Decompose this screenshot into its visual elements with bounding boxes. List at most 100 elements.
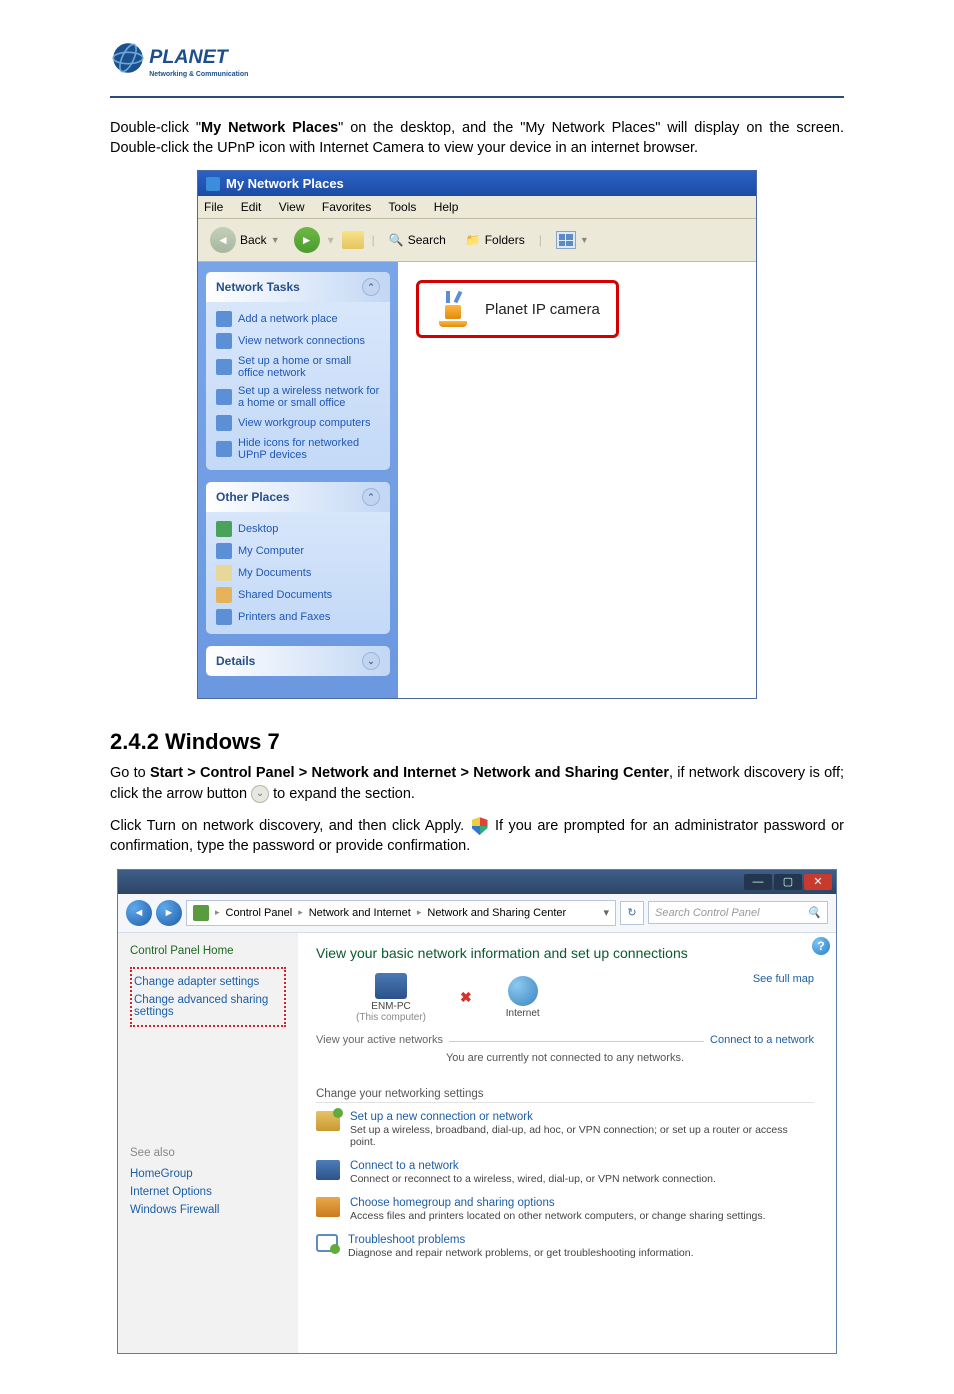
network-tasks-panel: Network Tasks⌃ Add a network place View … <box>206 272 390 470</box>
search-icon: 🔍 <box>807 906 821 919</box>
folders-button[interactable]: 📁 Folders <box>460 231 531 249</box>
option-homegroup[interactable]: Choose homegroup and sharing optionsAcce… <box>316 1197 814 1222</box>
other-places-header[interactable]: Other Places⌃ <box>206 482 390 512</box>
window-titlebar[interactable]: My Network Places <box>198 171 756 196</box>
window-chrome: — ▢ ✕ <box>118 870 836 894</box>
menu-file[interactable]: File <box>204 200 223 214</box>
menu-favorites[interactable]: Favorites <box>322 200 371 214</box>
expand-arrow-icon: ⌄ <box>251 785 269 803</box>
other-places-panel: Other Places⌃ Desktop My Computer My Doc… <box>206 482 390 634</box>
homegroup-link[interactable]: HomeGroup <box>130 1165 286 1183</box>
sidebar-item-printers[interactable]: Printers and Faxes <box>216 606 380 628</box>
workgroup-icon <box>216 415 232 431</box>
details-panel: Details⌄ <box>206 646 390 676</box>
sidebar-item-my-computer[interactable]: My Computer <box>216 540 380 562</box>
crumb-network-internet[interactable]: Network and Internet <box>309 907 411 919</box>
setup-connection-icon <box>316 1111 340 1131</box>
wireless-icon <box>216 389 232 405</box>
address-bar-row: ◄ ► ▸ Control Panel ▸ Network and Intern… <box>118 894 836 933</box>
documents-icon <box>216 565 232 581</box>
active-networks-section: View your active networks Connect to a n… <box>316 1041 814 1042</box>
callout-label: Planet IP camera <box>485 301 600 318</box>
refresh-button[interactable]: ↻ <box>620 901 644 925</box>
content-area: Planet IP camera <box>398 262 756 698</box>
active-networks-label: View your active networks <box>316 1034 449 1046</box>
menu-tools[interactable]: Tools <box>388 200 416 214</box>
left-sidebar: Control Panel Home Change adapter settin… <box>118 933 298 1353</box>
sidebar-item-setup-home-network[interactable]: Set up a home or small office network <box>216 352 380 382</box>
troubleshoot-icon <box>316 1234 338 1252</box>
crumb-sharing-center[interactable]: Network and Sharing Center <box>427 907 566 919</box>
menu-help[interactable]: Help <box>434 200 459 214</box>
paragraph-1: Go to Start > Control Panel > Network an… <box>110 763 844 804</box>
option-connect-network[interactable]: Connect to a networkConnect or reconnect… <box>316 1160 814 1185</box>
crumb-control-panel[interactable]: Control Panel <box>226 907 293 919</box>
nav-back-button[interactable]: ◄ <box>126 900 152 926</box>
minimize-button[interactable]: — <box>744 874 772 890</box>
window-title: My Network Places <box>226 176 344 191</box>
forward-button[interactable]: ► <box>294 227 320 253</box>
connect-network-link[interactable]: Connect to a network <box>704 1034 814 1046</box>
internet-options-link[interactable]: Internet Options <box>130 1183 286 1201</box>
back-button[interactable]: ◄Back▼ <box>204 225 286 255</box>
camera-device-icon[interactable] <box>435 291 471 327</box>
sidebar-item-my-documents[interactable]: My Documents <box>216 562 380 584</box>
internet-node: Internet <box>506 976 540 1019</box>
sidebar-item-view-connections[interactable]: View network connections <box>216 330 380 352</box>
change-adapter-settings-link[interactable]: Change adapter settings <box>134 973 282 991</box>
sidebar-item-hide-upnp[interactable]: Hide icons for networked UPnP devices <box>216 434 380 464</box>
pc-icon <box>375 973 407 999</box>
sidebar: Network Tasks⌃ Add a network place View … <box>198 262 398 698</box>
computer-icon <box>216 543 232 559</box>
network-places-icon <box>206 177 220 191</box>
views-button[interactable]: ▼ <box>550 229 595 251</box>
network-sharing-center-window: — ▢ ✕ ◄ ► ▸ Control Panel ▸ Network and … <box>117 869 837 1354</box>
toolbar: ◄Back▼ ► ▾ | 🔍 Search 📁 Folders | ▼ <box>198 218 756 262</box>
upnp-icon <box>216 441 232 457</box>
option-troubleshoot[interactable]: Troubleshoot problemsDiagnose and repair… <box>316 1234 814 1259</box>
see-also-label: See also <box>130 1147 286 1159</box>
my-network-places-window: My Network Places File Edit View Favorit… <box>197 170 757 699</box>
section-heading-windows7: 2.4.2 Windows 7 <box>110 729 844 755</box>
up-button[interactable] <box>342 231 364 249</box>
option-setup-connection[interactable]: Set up a new connection or networkSet up… <box>316 1111 814 1148</box>
sidebar-item-view-workgroup[interactable]: View workgroup computers <box>216 412 380 434</box>
change-advanced-sharing-link[interactable]: Change advanced sharing settings <box>134 991 282 1021</box>
chevron-up-icon: ⌃ <box>362 278 380 296</box>
maximize-button[interactable]: ▢ <box>774 874 802 890</box>
sidebar-item-shared-documents[interactable]: Shared Documents <box>216 584 380 606</box>
see-full-map-link[interactable]: See full map <box>753 973 814 985</box>
this-computer-node: ENM-PC (This computer) <box>356 973 426 1023</box>
breadcrumb[interactable]: ▸ Control Panel ▸ Network and Internet ▸… <box>186 900 616 926</box>
brand-tagline: Networking & Communication <box>149 71 248 78</box>
sidebar-item-desktop[interactable]: Desktop <box>216 518 380 540</box>
highlighted-links: Change adapter settings Change advanced … <box>130 967 286 1027</box>
network-tasks-header[interactable]: Network Tasks⌃ <box>206 272 390 302</box>
sidebar-item-add-network-place[interactable]: Add a network place <box>216 308 380 330</box>
intro-paragraph: Double-click "My Network Places" on the … <box>110 118 844 159</box>
main-heading: View your basic network information and … <box>316 945 814 961</box>
help-button[interactable]: ? <box>812 937 830 955</box>
home-network-icon <box>216 359 232 375</box>
uac-shield-icon <box>472 817 488 835</box>
control-panel-home-link[interactable]: Control Panel Home <box>130 945 286 957</box>
shared-docs-icon <box>216 587 232 603</box>
menu-edit[interactable]: Edit <box>241 200 262 214</box>
menu-view[interactable]: View <box>279 200 305 214</box>
sidebar-item-setup-wireless[interactable]: Set up a wireless network for a home or … <box>216 382 380 412</box>
network-map: ENM-PC (This computer) ✖ Internet <box>356 973 540 1023</box>
disconnected-icon: ✖ <box>460 989 472 1006</box>
close-button[interactable]: ✕ <box>804 874 832 890</box>
connect-network-icon <box>316 1160 340 1180</box>
paragraph-2: Click Turn on network discovery, and the… <box>110 816 844 857</box>
search-input[interactable]: Search Control Panel🔍 <box>648 901 828 924</box>
nav-forward-button[interactable]: ► <box>156 900 182 926</box>
search-button[interactable]: 🔍 Search <box>383 231 452 249</box>
brand-name: PLANET <box>149 46 230 68</box>
main-content: ? View your basic network information an… <box>298 933 836 1353</box>
globe-icon <box>508 976 538 1006</box>
network-place-icon <box>216 311 232 327</box>
chevron-up-icon: ⌃ <box>362 488 380 506</box>
details-header[interactable]: Details⌄ <box>206 646 390 676</box>
windows-firewall-link[interactable]: Windows Firewall <box>130 1201 286 1219</box>
